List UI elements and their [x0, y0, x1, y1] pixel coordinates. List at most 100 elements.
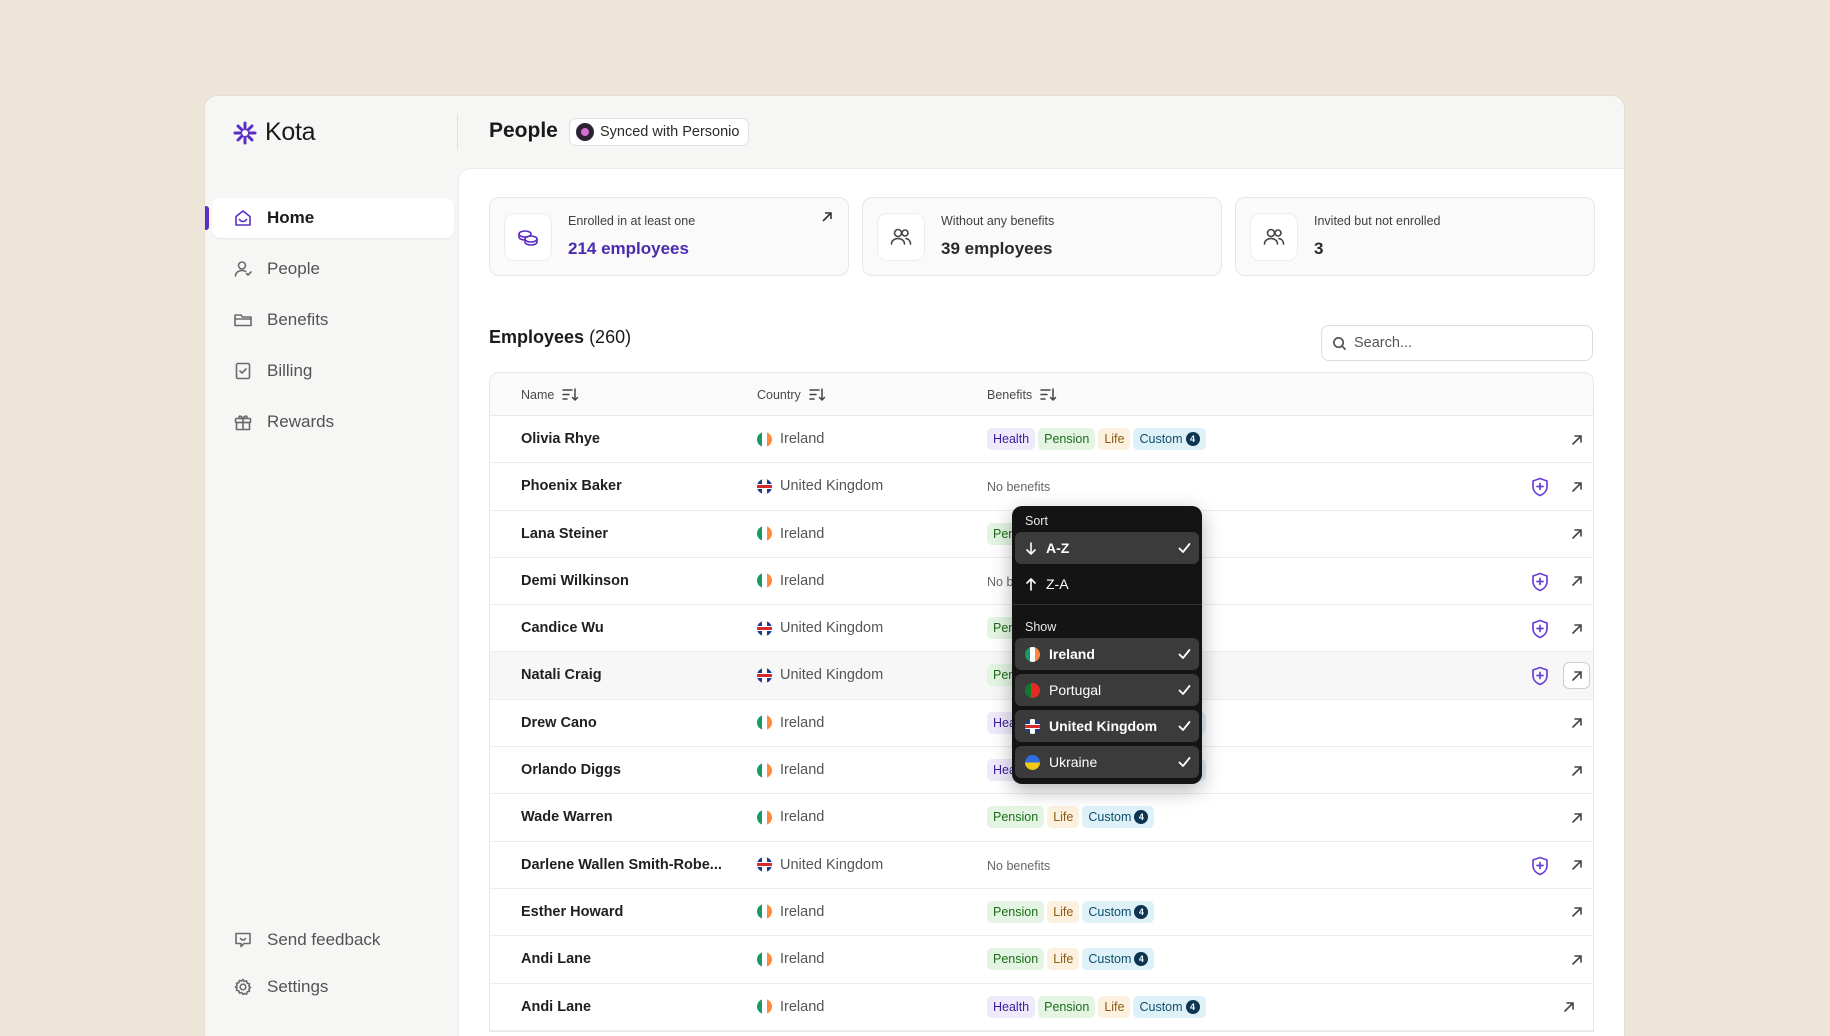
open-employee-button[interactable]: [1563, 804, 1590, 831]
shield-plus-icon[interactable]: [1531, 477, 1549, 497]
benefit-tag-pension: Pension: [1038, 995, 1096, 1018]
arrow-up-right-icon: [1571, 623, 1582, 634]
logo[interactable]: Kota: [231, 118, 316, 147]
table-row[interactable]: Wade Warren Ireland Pension Life Custom 4: [490, 794, 1593, 842]
employee-country: Ireland: [757, 573, 824, 589]
stat-value: 214 employees: [568, 239, 689, 258]
shield-plus-icon[interactable]: [1531, 619, 1549, 639]
column-header-name[interactable]: Name: [521, 387, 579, 402]
sort-option-a-z[interactable]: A-Z: [1015, 532, 1199, 564]
sidebar-item-benefits[interactable]: Benefits: [212, 300, 454, 340]
employee-name: Wade Warren: [521, 809, 613, 826]
open-employee-button[interactable]: [1563, 521, 1590, 548]
sidebar-item-home[interactable]: Home: [205, 198, 454, 238]
arrow-up-right-icon: [1571, 481, 1582, 492]
uk-flag-icon: [757, 620, 772, 636]
country-label: United Kingdom: [780, 856, 884, 873]
open-employee-button[interactable]: [1563, 426, 1590, 453]
show-option-united-kingdom[interactable]: United Kingdom: [1015, 710, 1199, 742]
open-employee-button[interactable]: [1563, 662, 1590, 690]
employee-country: Ireland: [757, 762, 824, 778]
benefit-tag-label: Pension: [993, 904, 1039, 919]
custom-count-badge: 4: [1185, 432, 1200, 446]
sort-option-z-a[interactable]: Z-A: [1015, 568, 1199, 600]
send-feedback-button[interactable]: Send feedback: [212, 920, 454, 960]
table-row[interactable]: Darlene Wallen Smith-Robe... United Kingd…: [490, 842, 1593, 889]
sidebar-item-people[interactable]: People: [212, 249, 454, 289]
stats-row: Enrolled in at least one 214 employees W…: [489, 197, 1595, 276]
country-label: Ireland: [780, 998, 825, 1015]
benefit-tag-label: Life: [1104, 432, 1125, 446]
open-employee-button[interactable]: [1563, 568, 1590, 595]
gear-icon: [234, 978, 252, 996]
benefit-tag-label: Pension: [1044, 999, 1090, 1014]
shield-plus-icon[interactable]: [1531, 666, 1549, 686]
shield-plus-icon[interactable]: [1531, 572, 1549, 592]
show-option-portugal[interactable]: Portugal: [1015, 674, 1199, 706]
table-row[interactable]: Andi Lane Ireland Health Pension Life Custom 4: [490, 984, 1593, 1031]
country-label: Ireland: [780, 572, 825, 589]
open-employee-button[interactable]: [1563, 946, 1590, 973]
ukraine-flag-icon: [1025, 754, 1040, 770]
arrow-down-icon: [1026, 541, 1036, 555]
billing-icon: [235, 362, 251, 380]
employee-country: Ireland: [757, 431, 824, 447]
benefit-tag-pension: Pension: [987, 948, 1045, 971]
table-row[interactable]: Andi Lane Ireland Pension Life Custom 4: [490, 936, 1593, 984]
benefit-tags: Health Pension Life Custom4: [987, 995, 1206, 1018]
benefit-tag-label: Custom: [1088, 810, 1132, 825]
search-input[interactable]: [1354, 335, 1574, 351]
show-option-ukraine[interactable]: Ukraine: [1015, 746, 1199, 778]
table-row[interactable]: Esther Howard Ireland Pension Life Custom 4: [490, 889, 1593, 937]
column-header-country[interactable]: Country: [757, 387, 826, 402]
column-header-benefits[interactable]: Benefits: [987, 387, 1057, 402]
open-employee-button[interactable]: [1563, 899, 1590, 926]
sync-status-badge[interactable]: Synced with Personio: [569, 118, 750, 146]
uk-flag-icon: [1025, 718, 1040, 734]
open-employee-button[interactable]: [1563, 473, 1590, 500]
open-employee-button[interactable]: [1563, 710, 1590, 737]
ireland-flag-icon: [757, 904, 772, 920]
stat-value: 39 employees: [941, 239, 1053, 258]
table-row[interactable]: Olivia Rhye Ireland Health Pension Life Custo…: [490, 416, 1593, 464]
sort-icon[interactable]: [562, 387, 579, 402]
employee-country: Ireland: [757, 526, 824, 542]
sort-section-label: Sort: [1025, 513, 1048, 528]
employee-country: United Kingdom: [757, 478, 883, 494]
benefit-tags: Pension Life Custom 4: [987, 806, 1155, 829]
benefit-tag-health: Health: [987, 995, 1036, 1018]
uk-flag-icon: [757, 667, 772, 683]
arrow-up-right-icon: [1571, 529, 1582, 539]
employee-country: United Kingdom: [757, 667, 883, 683]
open-employee-button[interactable]: [1555, 994, 1582, 1021]
ireland-flag-icon: [757, 573, 772, 589]
option-label: Z-A: [1046, 576, 1069, 592]
arrow-up-right-icon[interactable]: [820, 210, 834, 224]
employee-country: Ireland: [757, 904, 824, 920]
sidebar-item-label: Home: [267, 208, 315, 227]
open-employee-button[interactable]: [1563, 757, 1590, 784]
stat-card-enrolled[interactable]: Enrolled in at least one 214 employees: [489, 197, 849, 276]
table-row[interactable]: Phoenix Baker United Kingdom No benefits: [490, 463, 1593, 511]
settings-button[interactable]: Settings: [212, 967, 454, 1007]
show-option-ireland[interactable]: Ireland: [1015, 638, 1199, 670]
feedback-icon: [235, 932, 251, 948]
employees-count: (260): [589, 327, 632, 347]
country-label: United Kingdom: [780, 478, 884, 495]
sidebar-item-billing[interactable]: Billing: [212, 351, 454, 391]
app-window: Kota Home People Benefits Billing Reward…: [205, 96, 1624, 1036]
stat-card-without-benefits[interactable]: Without any benefits 39 employees: [862, 197, 1222, 276]
shield-plus-icon[interactable]: [1531, 856, 1549, 876]
arrow-up-right-icon: [1571, 718, 1582, 729]
benefit-tag-label: Life: [1053, 952, 1074, 967]
open-employee-button[interactable]: [1563, 852, 1590, 879]
stat-card-invited[interactable]: Invited but not enrolled 3: [1235, 197, 1595, 276]
sort-icon[interactable]: [1040, 387, 1057, 402]
sidebar-item-rewards[interactable]: Rewards: [212, 402, 454, 442]
open-employee-button[interactable]: [1563, 615, 1590, 642]
sort-icon[interactable]: [809, 387, 826, 402]
search-box[interactable]: [1321, 325, 1593, 361]
employee-name: Andi Lane: [521, 951, 592, 968]
country-label: Ireland: [780, 525, 825, 542]
page-title: People: [489, 119, 558, 142]
